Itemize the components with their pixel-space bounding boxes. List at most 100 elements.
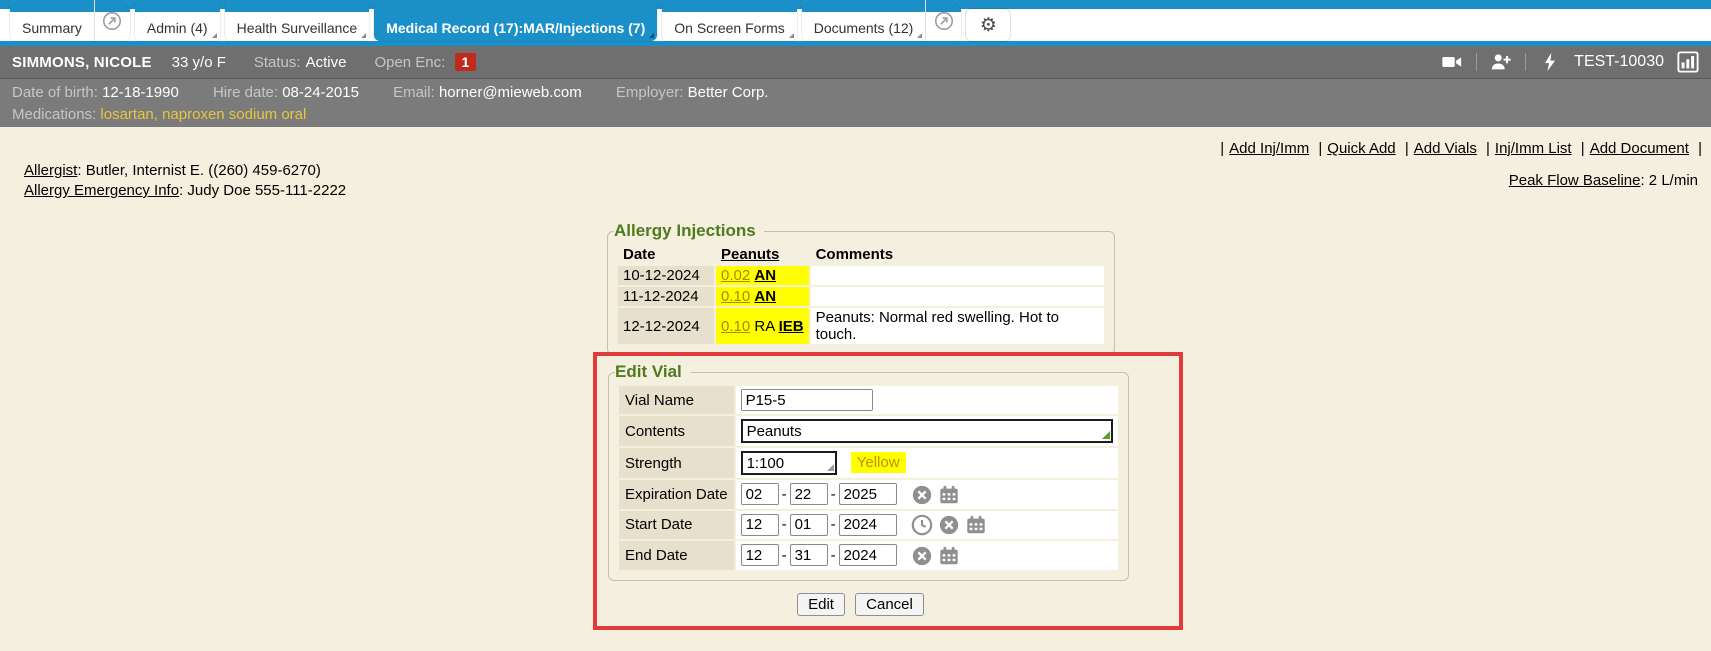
medications-value[interactable]: losartan, naproxen sodium oral bbox=[100, 106, 306, 123]
calendar-icon[interactable] bbox=[938, 484, 960, 506]
email-label: Email: bbox=[393, 84, 435, 101]
calendar-icon[interactable] bbox=[965, 514, 987, 536]
person-add-icon[interactable] bbox=[1490, 51, 1512, 73]
separator: | bbox=[1405, 140, 1409, 157]
injection-dose-cell: 0.10 RA IEB bbox=[716, 308, 809, 344]
end-date-cell: -- bbox=[736, 541, 1118, 570]
patient-info-row1: Date of birth: 12-18-1990 Hire date: 08-… bbox=[12, 82, 1699, 104]
contents-input[interactable] bbox=[741, 419, 1113, 443]
peak-flow-baseline: Peak Flow Baseline: 2 L/min bbox=[1509, 172, 1698, 189]
video-camera-icon[interactable] bbox=[1441, 51, 1463, 73]
strength-cell: Yellow bbox=[736, 448, 1118, 478]
tab-admin[interactable]: Admin (4) bbox=[135, 0, 220, 41]
date-separator: - bbox=[831, 516, 836, 533]
expiration-date-cell: -- bbox=[736, 480, 1118, 509]
add-vials-link[interactable]: Add Vials bbox=[1414, 140, 1477, 157]
status-label: Status: bbox=[254, 54, 301, 71]
clear-date-icon[interactable] bbox=[911, 484, 933, 506]
dose-link[interactable]: 0.10 bbox=[721, 288, 750, 305]
tab-bar: Summary Admin (4) Health Surveillance Me… bbox=[0, 0, 1711, 46]
injection-date: 10-12-2024 bbox=[618, 266, 714, 285]
open-enc-badge[interactable]: 1 bbox=[455, 53, 477, 71]
chart-icon[interactable] bbox=[1677, 51, 1699, 73]
expiration-year-input[interactable] bbox=[839, 483, 897, 505]
edit-vial-form: Vial Name Contents Strength Yellow bbox=[617, 384, 1120, 572]
hire-date-value: 08-24-2015 bbox=[282, 84, 359, 101]
start-month-input[interactable] bbox=[741, 514, 779, 536]
employer-label: Employer: bbox=[616, 84, 684, 101]
allergy-injections-title: Allergy Injections bbox=[614, 221, 764, 241]
tab-documents[interactable]: Documents (12) bbox=[802, 0, 926, 41]
patient-id: TEST-10030 bbox=[1574, 53, 1664, 71]
contents-cell bbox=[736, 416, 1118, 446]
vial-name-input[interactable] bbox=[741, 389, 873, 411]
allergy-injections-table: Date Peanuts Comments 10-12-2024 0.02 AN… bbox=[616, 243, 1106, 346]
summary-popout-button[interactable] bbox=[94, 0, 130, 41]
quick-add-link[interactable]: Quick Add bbox=[1327, 140, 1395, 157]
cancel-button[interactable]: Cancel bbox=[855, 593, 924, 616]
column-comments: Comments bbox=[811, 245, 1104, 264]
injection-dose-cell: 0.10 AN bbox=[716, 287, 809, 306]
clear-date-icon[interactable] bbox=[938, 514, 960, 536]
popout-arrow-icon bbox=[933, 10, 955, 32]
allergy-emergency-info-link[interactable]: Allergy Emergency Info bbox=[24, 182, 179, 199]
reaction-code-link[interactable]: AN bbox=[754, 288, 776, 305]
dose-link[interactable]: 0.02 bbox=[721, 267, 750, 284]
open-encounters: Open Enc: 1 bbox=[374, 53, 476, 71]
allergy-contacts: Allergist: Butler, Internist E. ((260) 4… bbox=[24, 161, 346, 201]
expiration-month-input[interactable] bbox=[741, 483, 779, 505]
email-value: horner@mieweb.com bbox=[439, 84, 582, 101]
date-separator: - bbox=[831, 486, 836, 503]
clear-date-icon[interactable] bbox=[911, 545, 933, 567]
add-inj-imm-link[interactable]: Add Inj/Imm bbox=[1229, 140, 1309, 157]
add-document-link[interactable]: Add Document bbox=[1590, 140, 1689, 157]
expiration-day-input[interactable] bbox=[790, 483, 828, 505]
tab-health-surveillance-label: Health Surveillance bbox=[237, 20, 358, 36]
form-buttons: Edit Cancel bbox=[608, 593, 1113, 616]
clock-icon[interactable] bbox=[911, 514, 933, 536]
vial-name-cell bbox=[736, 386, 1118, 414]
column-date: Date bbox=[618, 245, 714, 264]
start-day-input[interactable] bbox=[790, 514, 828, 536]
divider bbox=[1525, 53, 1526, 71]
end-day-input[interactable] bbox=[790, 544, 828, 566]
injection-date: 12-12-2024 bbox=[618, 308, 714, 344]
strength-label: Strength bbox=[619, 448, 734, 478]
reaction-code: RA bbox=[754, 318, 774, 335]
end-year-input[interactable] bbox=[839, 544, 897, 566]
calendar-icon[interactable] bbox=[938, 545, 960, 567]
dose-link[interactable]: 0.10 bbox=[721, 318, 750, 335]
end-month-input[interactable] bbox=[741, 544, 779, 566]
edit-button[interactable]: Edit bbox=[797, 593, 845, 616]
peanuts-column-link[interactable]: Peanuts bbox=[721, 246, 779, 263]
lightning-bolt-icon[interactable] bbox=[1539, 51, 1561, 73]
tab-health-surveillance[interactable]: Health Surveillance bbox=[225, 0, 370, 41]
tab-on-screen-forms[interactable]: On Screen Forms bbox=[662, 0, 796, 41]
peak-flow-baseline-link[interactable]: Peak Flow Baseline bbox=[1509, 172, 1641, 189]
allergy-emergency-line: Allergy Emergency Info: Judy Doe 555-111… bbox=[24, 181, 346, 201]
employer-field: Employer: Better Corp. bbox=[616, 84, 769, 101]
inj-imm-list-link[interactable]: Inj/Imm List bbox=[1495, 140, 1572, 157]
settings-gear-button[interactable]: ⚙ bbox=[966, 9, 1010, 41]
injection-comment: Peanuts: Normal red swelling. Hot to tou… bbox=[811, 308, 1104, 344]
open-enc-label: Open Enc: bbox=[374, 54, 445, 71]
dob-field: Date of birth: 12-18-1990 bbox=[12, 84, 179, 101]
injection-date: 11-12-2024 bbox=[618, 287, 714, 306]
injection-row: 11-12-2024 0.10 AN bbox=[618, 287, 1104, 306]
start-year-input[interactable] bbox=[839, 514, 897, 536]
allergist-link[interactable]: Allergist bbox=[24, 162, 77, 179]
expiration-date-label: Expiration Date bbox=[619, 480, 734, 509]
documents-popout-button[interactable] bbox=[925, 0, 961, 41]
patient-status: Status:Active bbox=[254, 54, 347, 71]
popout-arrow-icon bbox=[101, 10, 123, 32]
date-separator: - bbox=[831, 547, 836, 564]
reaction-code-link[interactable]: AN bbox=[754, 267, 776, 284]
injection-row: 12-12-2024 0.10 RA IEB Peanuts: Normal r… bbox=[618, 308, 1104, 344]
tab-medical-record[interactable]: Medical Record (17):MAR/Injections (7) bbox=[374, 0, 657, 41]
separator: | bbox=[1486, 140, 1490, 157]
dob-label: Date of birth: bbox=[12, 84, 98, 101]
end-date-label: End Date bbox=[619, 541, 734, 570]
reaction-code-link[interactable]: IEB bbox=[779, 318, 804, 335]
strength-input[interactable] bbox=[741, 451, 837, 475]
tab-summary[interactable]: Summary bbox=[10, 0, 94, 41]
